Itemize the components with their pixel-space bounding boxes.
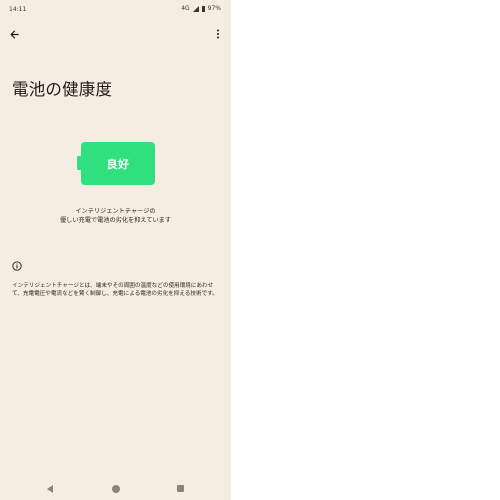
status-line-2: 優しい充電で電池の劣化を抑えています bbox=[59, 217, 172, 224]
status-line-1: インテリジェントチャージの bbox=[75, 208, 156, 215]
phone-screen: 14:11 4G 97% 電池の健康度 良好 インテリジェントチャージの 優しい… bbox=[0, 0, 231, 500]
battery-health-graphic: 良好 bbox=[77, 142, 155, 185]
navigation-bar bbox=[0, 478, 231, 500]
intelligent-charge-info: インテリジェントチャージとは、端末やその周囲の温度などの使用環境にあわせて、充電… bbox=[12, 283, 218, 297]
nav-recents-icon[interactable] bbox=[177, 485, 184, 492]
network-type: 4G bbox=[181, 5, 190, 12]
battery-body: 良好 bbox=[81, 142, 155, 185]
arrow-left-icon bbox=[9, 29, 19, 39]
back-button[interactable] bbox=[6, 26, 22, 42]
battery-health-label: 良好 bbox=[106, 157, 130, 171]
status-indicators: 4G 97% bbox=[181, 5, 221, 12]
app-bar bbox=[0, 24, 231, 46]
status-bar: 14:11 4G 97% bbox=[0, 0, 231, 18]
more-vert-icon bbox=[217, 29, 219, 39]
battery-percent: 97% bbox=[207, 5, 221, 12]
nav-home-icon[interactable] bbox=[112, 485, 120, 493]
nav-back-icon[interactable] bbox=[47, 485, 53, 493]
more-options-button[interactable] bbox=[211, 26, 225, 42]
battery-status-description: インテリジェントチャージの 優しい充電で電池の劣化を抑えています bbox=[40, 207, 191, 225]
signal-icon bbox=[192, 5, 199, 12]
info-icon bbox=[12, 261, 22, 271]
status-time: 14:11 bbox=[9, 6, 27, 13]
battery-status-icon bbox=[201, 5, 205, 12]
page-title: 電池の健康度 bbox=[12, 80, 113, 99]
